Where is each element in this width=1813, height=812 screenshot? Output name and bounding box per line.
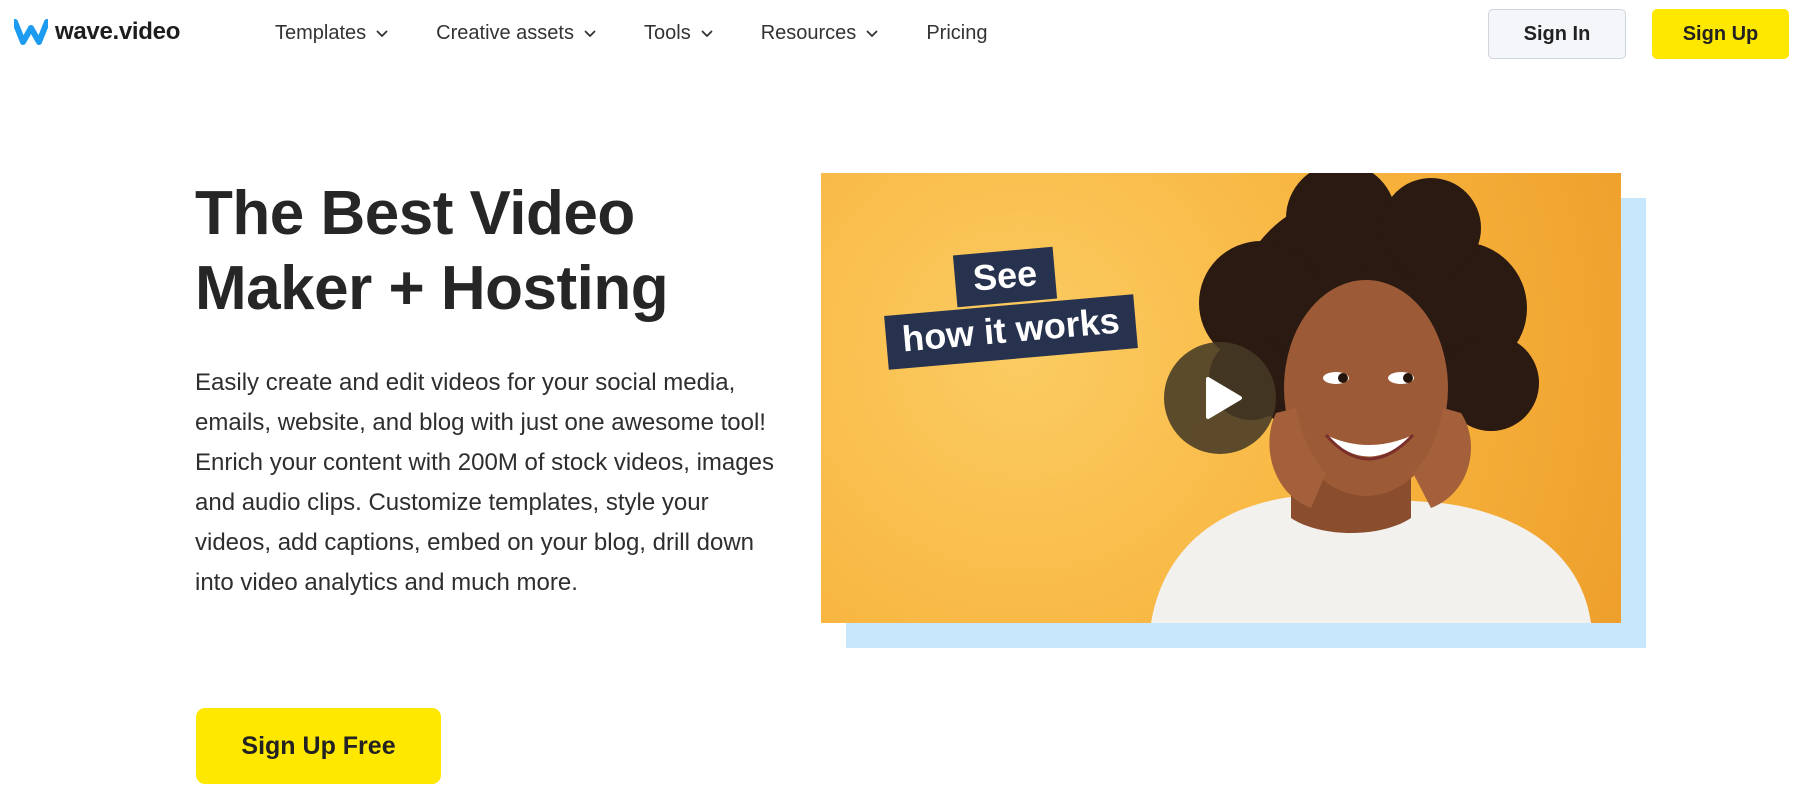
hero-title-line: Maker + Hosting: [195, 254, 669, 323]
video-tag-see: See: [952, 246, 1058, 308]
nav-item-resources[interactable]: Resources: [761, 22, 879, 45]
nav-item-label: Templates: [275, 22, 367, 44]
nav-item-tools[interactable]: Tools: [644, 22, 713, 45]
hero-title-line: The Best Video: [195, 179, 635, 248]
chevron-down-icon: [584, 30, 596, 37]
hero-description-paragraph: Enrich your content with 200M of stock v…: [195, 449, 774, 596]
sign-up-button[interactable]: Sign Up: [1652, 9, 1789, 59]
site-header: wave.video Templates Creative assets Too…: [0, 0, 1813, 68]
play-button[interactable]: [1164, 342, 1276, 454]
chevron-down-icon: [866, 30, 878, 37]
hero-description: Easily create and edit videos for your s…: [195, 363, 775, 603]
chevron-down-icon: [376, 30, 388, 37]
nav-item-creative-assets[interactable]: Creative assets: [436, 22, 596, 45]
play-icon: [1206, 377, 1242, 419]
nav-item-label: Tools: [644, 22, 691, 44]
main-nav: Templates Creative assets Tools Resource…: [275, 22, 1035, 45]
sign-up-free-button[interactable]: Sign Up Free: [196, 708, 441, 784]
nav-item-label: Creative assets: [436, 22, 574, 44]
chevron-down-icon: [701, 30, 713, 37]
nav-item-templates[interactable]: Templates: [275, 22, 388, 45]
sign-in-button[interactable]: Sign In: [1488, 9, 1626, 59]
video-preview[interactable]: See how it works: [821, 173, 1621, 623]
wave-w-logo-icon: [14, 19, 48, 45]
logo-link[interactable]: wave.video: [14, 18, 180, 46]
nav-item-pricing[interactable]: Pricing: [926, 22, 987, 45]
nav-item-label: Pricing: [926, 22, 988, 44]
hero-title: The Best Video Maker + Hosting: [195, 176, 795, 326]
logo-text: wave.video: [55, 18, 181, 45]
nav-item-label: Resources: [760, 22, 857, 44]
hero-description-paragraph: Easily create and edit videos for your s…: [195, 369, 766, 436]
